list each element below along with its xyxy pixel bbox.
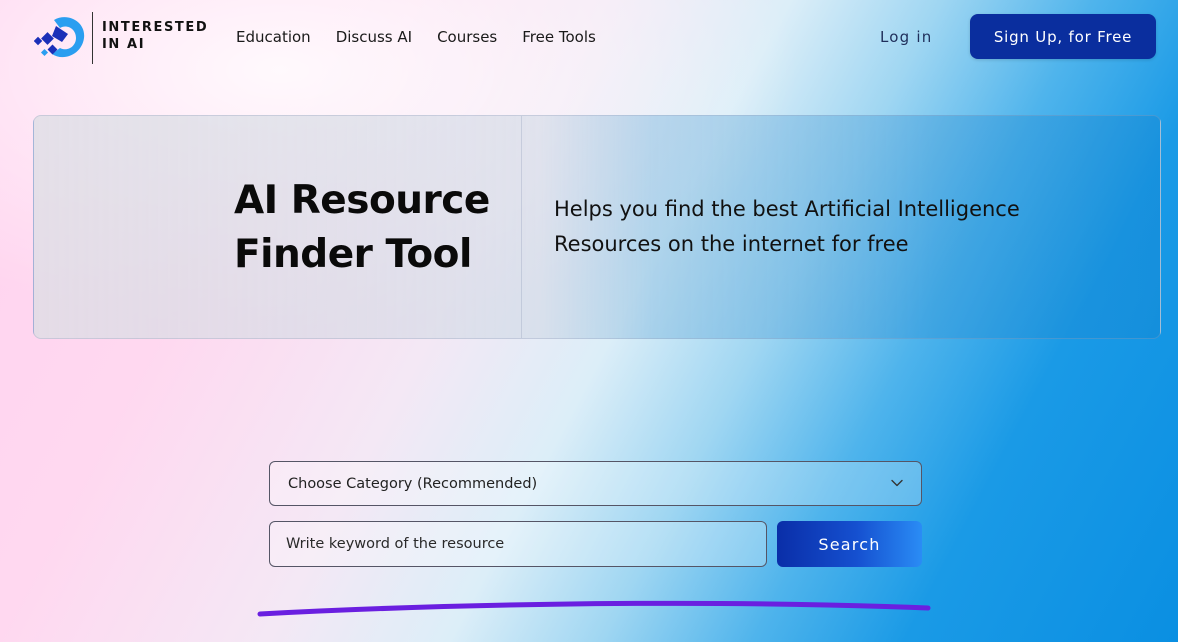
site-header: INTERESTED IN AI Education Discuss AI Co…: [0, 0, 1178, 74]
nav-link-education[interactable]: Education: [236, 26, 311, 48]
brand-name: INTERESTED IN AI: [102, 19, 208, 53]
logo-divider: [92, 12, 93, 64]
nav-link-courses[interactable]: Courses: [437, 26, 497, 48]
brand-name-line1: INTERESTED: [102, 20, 209, 35]
page-title: AI Resource Finder Tool: [234, 174, 490, 282]
chevron-down-icon: [891, 479, 903, 487]
page-title-line2: Finder Tool: [234, 232, 472, 277]
login-link[interactable]: Log in: [880, 26, 932, 48]
signup-button[interactable]: Sign Up, for Free: [970, 14, 1156, 59]
brand-name-line2: IN AI: [102, 37, 146, 52]
page-title-line1: AI Resource: [234, 178, 490, 223]
nav-link-free-tools[interactable]: Free Tools: [522, 26, 596, 48]
brand-logo[interactable]: INTERESTED IN AI: [34, 12, 214, 64]
main-nav: Education Discuss AI Courses Free Tools: [236, 26, 596, 48]
interested-in-ai-logo-icon: [34, 17, 85, 58]
hero-title-panel: AI Resource Finder Tool: [34, 116, 522, 338]
category-selected-value: Choose Category (Recommended): [288, 476, 538, 492]
search-button[interactable]: Search: [777, 521, 922, 567]
hero-panel: AI Resource Finder Tool Helps you find t…: [33, 115, 1161, 339]
category-select[interactable]: Choose Category (Recommended): [269, 461, 922, 506]
nav-link-discuss-ai[interactable]: Discuss AI: [336, 26, 412, 48]
decorative-underline-stroke: [257, 600, 931, 617]
keyword-input[interactable]: [269, 521, 767, 567]
hero-description: Helps you find the best Artificial Intel…: [554, 197, 1020, 256]
